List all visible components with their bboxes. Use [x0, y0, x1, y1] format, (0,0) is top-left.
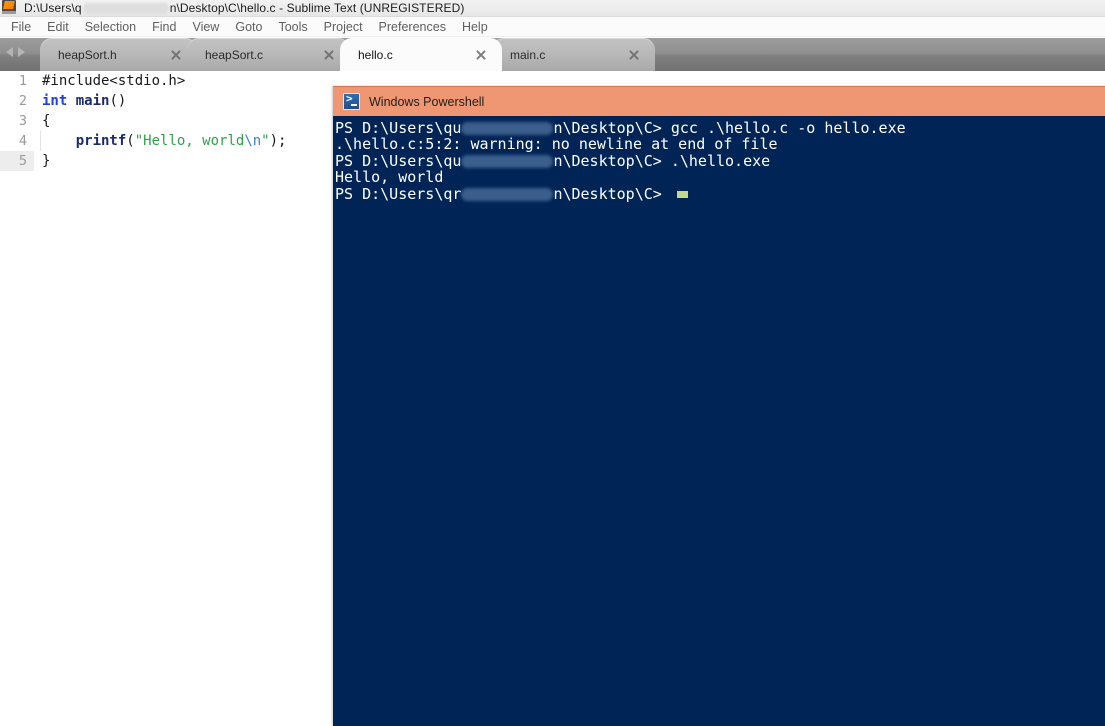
terminal-line: .\hello.c:5:2: warning: no newline at en… — [334, 136, 1105, 152]
code-token-plain: } — [42, 153, 51, 169]
close-icon[interactable] — [474, 48, 488, 62]
terminal-text: n\Desktop\C> — [553, 184, 671, 203]
terminal-line: Hello, world — [334, 169, 1105, 185]
terminal-text: n\Desktop\C> .\hello.exe — [553, 151, 771, 170]
triangle-left-icon[interactable] — [6, 47, 13, 57]
tab-label: heapSort.h — [58, 47, 117, 62]
powershell-window[interactable]: Windows Powershell PS D:\Users\qu n\Deskt… — [333, 86, 1105, 726]
tabbar: heapSort.h heapSort.c hello.c main.c — [0, 38, 1105, 71]
tab-label: main.c — [510, 47, 546, 62]
line-number: 4 — [18, 133, 27, 149]
menu-item-view[interactable]: View — [184, 17, 227, 37]
tab-label: heapSort.c — [205, 47, 264, 62]
code-token-fn: printf — [75, 133, 127, 149]
code-token-str: "Hello, world — [134, 133, 245, 149]
line-number: 3 — [18, 113, 27, 129]
line-text[interactable]: int main() — [34, 91, 126, 111]
menu-item-tools[interactable]: Tools — [270, 17, 315, 37]
menu-item-find[interactable]: Find — [144, 17, 184, 37]
code-token-fn: main — [75, 93, 110, 109]
code-token-plain: { — [42, 113, 51, 129]
terminal-line: PS D:\Users\qu n\Desktop\C> gcc .\hello.c… — [334, 120, 1105, 136]
window-title-suffix: n\Desktop\C\hello.c - Sublime Text (UNRE… — [169, 1, 465, 15]
tab-main-c[interactable]: main.c — [492, 38, 655, 71]
menubar: File Edit Selection Find View Goto Tools Projec… — [0, 17, 1105, 37]
terminal-text: n\Desktop\C> gcc .\hello.c -o hello.exe — [553, 119, 906, 137]
redacted-username — [461, 154, 554, 168]
terminal-cursor — [676, 190, 688, 198]
menu-item-goto[interactable]: Goto — [227, 17, 270, 37]
sublime-text-window: D:\Users\q n\Desktop\C\hello.c - Sublime … — [0, 0, 1105, 726]
close-icon[interactable] — [627, 48, 641, 62]
code-token-plain: #include<stdio.h> — [42, 73, 186, 89]
tab-label: hello.c — [358, 47, 393, 62]
close-icon[interactable] — [322, 48, 336, 62]
line-text[interactable]: } — [34, 151, 50, 171]
tab-heapSort-c[interactable]: heapSort.c — [187, 38, 350, 71]
line-number: 2 — [18, 93, 27, 109]
terminal-text: PS D:\Users\qr — [335, 184, 462, 203]
close-icon[interactable] — [169, 48, 183, 62]
tab-hello-c[interactable]: hello.c — [340, 38, 502, 71]
window-title: D:\Users\q n\Desktop\C\hello.c - Sublime … — [24, 1, 464, 15]
terminal-line: PS D:\Users\qr n\Desktop\C> — [334, 184, 1105, 203]
line-text[interactable]: #include<stdio.h> — [34, 71, 185, 91]
powershell-icon — [343, 92, 360, 110]
terminal-text: .\hello.c:5:2: warning: no newline at en… — [335, 135, 778, 154]
sublime-text-icon — [2, 0, 16, 14]
line-number: 5 — [18, 153, 27, 169]
window-titlebar: D:\Users\q n\Desktop\C\hello.c - Sublime … — [0, 0, 1105, 17]
tab-heapSort-h[interactable]: heapSort.h — [40, 38, 197, 71]
tab-navigation-arrows[interactable] — [6, 44, 40, 60]
redacted-username — [82, 3, 169, 15]
powershell-title: Windows Powershell — [369, 94, 485, 109]
code-token-punct: () — [109, 93, 127, 109]
redacted-username — [461, 122, 554, 135]
code-token-punct: ( — [126, 133, 135, 149]
menu-item-help[interactable]: Help — [454, 17, 496, 37]
terminal-text: PS D:\Users\qu — [335, 151, 462, 170]
powershell-titlebar: Windows Powershell — [333, 86, 1105, 116]
line-number: 1 — [18, 73, 27, 89]
code-token-punct: ); — [269, 133, 287, 149]
code-token-str: " — [261, 133, 270, 149]
triangle-right-icon[interactable] — [18, 47, 25, 57]
tab-list: heapSort.h heapSort.c hello.c main.c — [40, 38, 655, 71]
menu-item-edit[interactable]: Edit — [39, 17, 77, 37]
terminal-line: PS D:\Users\qu n\Desktop\C> .\hello.exe — [334, 153, 1105, 169]
menu-item-selection[interactable]: Selection — [77, 17, 144, 37]
menu-item-project[interactable]: Project — [316, 17, 371, 37]
line-text[interactable]: { — [34, 111, 50, 131]
code-token-kw: int — [42, 93, 68, 109]
menu-item-file[interactable]: File — [3, 17, 39, 37]
code-token-esc: \n — [244, 133, 262, 149]
line-text[interactable]: printf("Hello, world\n"); — [34, 131, 287, 151]
powershell-output[interactable]: PS D:\Users\qu n\Desktop\C> gcc .\hello.c… — [333, 116, 1105, 726]
redacted-username — [461, 187, 554, 201]
menu-item-preferences[interactable]: Preferences — [371, 17, 454, 37]
terminal-text: Hello, world — [335, 168, 444, 187]
window-title-prefix: D:\Users\q — [24, 1, 82, 15]
terminal-text: PS D:\Users\qu — [335, 119, 462, 137]
